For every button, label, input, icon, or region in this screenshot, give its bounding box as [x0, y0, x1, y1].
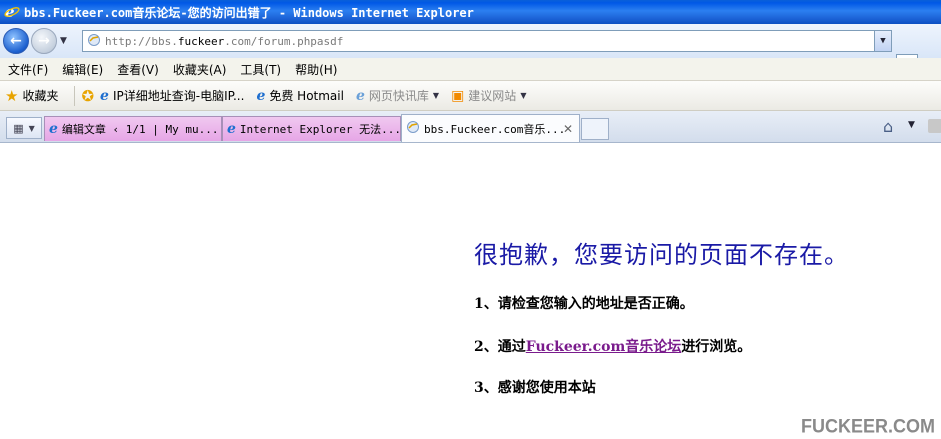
- add-to-favorites-button[interactable]: ✪: [81, 87, 94, 105]
- favorite-item-label: IP详细地址查询-电脑IP...: [112, 89, 245, 103]
- address-dropdown-button[interactable]: ▼: [874, 31, 891, 51]
- favorites-button[interactable]: ★ 收藏夹: [5, 87, 58, 105]
- rss-feed-icon[interactable]: [928, 119, 941, 133]
- tip-suffix: 进行浏览。: [681, 339, 752, 355]
- chevron-down-icon: ▼: [880, 36, 886, 46]
- recent-pages-dropdown[interactable]: ▼: [60, 36, 72, 46]
- arrow-right-icon: →: [38, 33, 50, 49]
- tab-bar: ▦ ▼ e 编辑文章 ‹ 1/1 | My mu... e Internet Ex…: [0, 111, 941, 143]
- favorite-item-label: 免费 Hotmail: [269, 89, 344, 103]
- ie-page-icon: e: [256, 87, 266, 104]
- favorite-item-suggested-sites[interactable]: ▣ 建议网站 ▼: [451, 87, 526, 104]
- forward-button[interactable]: →: [31, 28, 57, 54]
- page-icon: [87, 33, 101, 50]
- page-content: 很抱歉，您要访问的页面不存在。 1、请检查您输入的地址是否正确。 2、通过Fuc…: [0, 143, 941, 439]
- favorite-item-hotmail[interactable]: e 免费 Hotmail: [256, 87, 344, 104]
- tab-label: Internet Explorer 无法...: [239, 123, 401, 136]
- favorites-bar: ★ 收藏夹 ✪ e IP详细地址查询-电脑IP... e 免费 Hotmail …: [0, 81, 941, 111]
- address-suffix: .com/forum.phpasdf: [224, 34, 344, 48]
- add-favorite-star-icon: ✪: [81, 86, 95, 105]
- address-bar[interactable]: http://bbs. fuckeer .com/forum.phpasdf ▼: [82, 30, 892, 52]
- chevron-down-icon: ▼: [520, 91, 527, 100]
- menu-view[interactable]: 查看(V): [110, 61, 166, 78]
- watermark-logo: FUCKEER.COM: [801, 414, 935, 437]
- ie-page-icon: e: [49, 121, 58, 137]
- tab-bbs-fuckeer[interactable]: bbs.Fuckeer.com音乐... ✕: [401, 114, 580, 142]
- chevron-down-icon[interactable]: ▼: [908, 120, 915, 130]
- toolbar-divider: [74, 85, 76, 106]
- close-tab-icon[interactable]: ✕: [563, 122, 573, 136]
- ie-page-icon: e: [100, 87, 109, 104]
- tab-label: 编辑文章 ‹ 1/1 | My mu...: [61, 123, 219, 136]
- address-prefix: http://bbs.: [105, 34, 178, 48]
- tip-check-address: 1、请检查您输入的地址是否正确。: [474, 296, 694, 312]
- ie-logo-icon: e: [4, 3, 20, 22]
- tip-prefix: 2、通过: [474, 339, 526, 355]
- favorite-item-label: 建议网站: [468, 89, 517, 103]
- new-tab-button[interactable]: [581, 118, 609, 140]
- navigation-bar: ← → ▼ http://bbs. fuckeer .com/forum.phpas…: [0, 24, 941, 76]
- error-heading: 很抱歉，您要访问的页面不存在。: [474, 241, 849, 269]
- favorite-item-label: 网页快讯库: [368, 89, 429, 103]
- menu-file[interactable]: 文件(F): [0, 61, 55, 78]
- chevron-down-icon: ▼: [28, 123, 35, 133]
- quick-tabs-button[interactable]: ▦ ▼: [6, 117, 42, 139]
- menu-edit[interactable]: 编辑(E): [55, 61, 110, 78]
- title-bar: e bbs.Fuckeer.com音乐论坛-您的访问出错了 - Windows …: [0, 0, 941, 24]
- address-host: fuckeer: [177, 34, 225, 48]
- chevron-down-icon: ▼: [432, 91, 440, 100]
- tip-browse-forum: 2、通过Fuckeer.com音乐论坛进行浏览。: [474, 336, 751, 356]
- menu-favorites[interactable]: 收藏夹(A): [166, 61, 234, 78]
- chevron-down-icon: ▼: [60, 36, 67, 46]
- loading-page-icon: [406, 120, 420, 137]
- quick-tabs-icon: ▦: [13, 121, 24, 135]
- tab-edit-article[interactable]: e 编辑文章 ‹ 1/1 | My mu...: [44, 116, 222, 141]
- menu-bar: 文件(F) 编辑(E) 查看(V) 收藏夹(A) 工具(T) 帮助(H): [0, 58, 941, 81]
- favorite-item-web-slice[interactable]: e 网页快讯库 ▼: [356, 87, 439, 104]
- tab-ie-cannot-display[interactable]: e Internet Explorer 无法...: [222, 116, 401, 141]
- tip-thanks: 3、感谢您使用本站: [474, 380, 596, 396]
- favorite-item-ip-lookup[interactable]: e IP详细地址查询-电脑IP...: [100, 87, 244, 104]
- window-title: bbs.Fuckeer.com音乐论坛-您的访问出错了 - Windows In…: [24, 5, 474, 20]
- star-icon: ★: [5, 86, 19, 105]
- forum-home-link[interactable]: Fuckeer.com音乐论坛: [526, 339, 682, 355]
- suggested-sites-icon: ▣: [451, 87, 465, 104]
- arrow-left-icon: ←: [10, 33, 22, 49]
- web-slice-icon: e: [355, 87, 365, 104]
- menu-tools[interactable]: 工具(T): [233, 61, 288, 78]
- home-icon[interactable]: ⌂: [883, 117, 893, 136]
- tab-label: bbs.Fuckeer.com音乐...: [424, 122, 566, 136]
- favorites-label: 收藏夹: [22, 89, 59, 103]
- menu-help[interactable]: 帮助(H): [288, 61, 344, 78]
- back-button[interactable]: ←: [3, 28, 29, 54]
- ie-page-icon: e: [227, 121, 236, 137]
